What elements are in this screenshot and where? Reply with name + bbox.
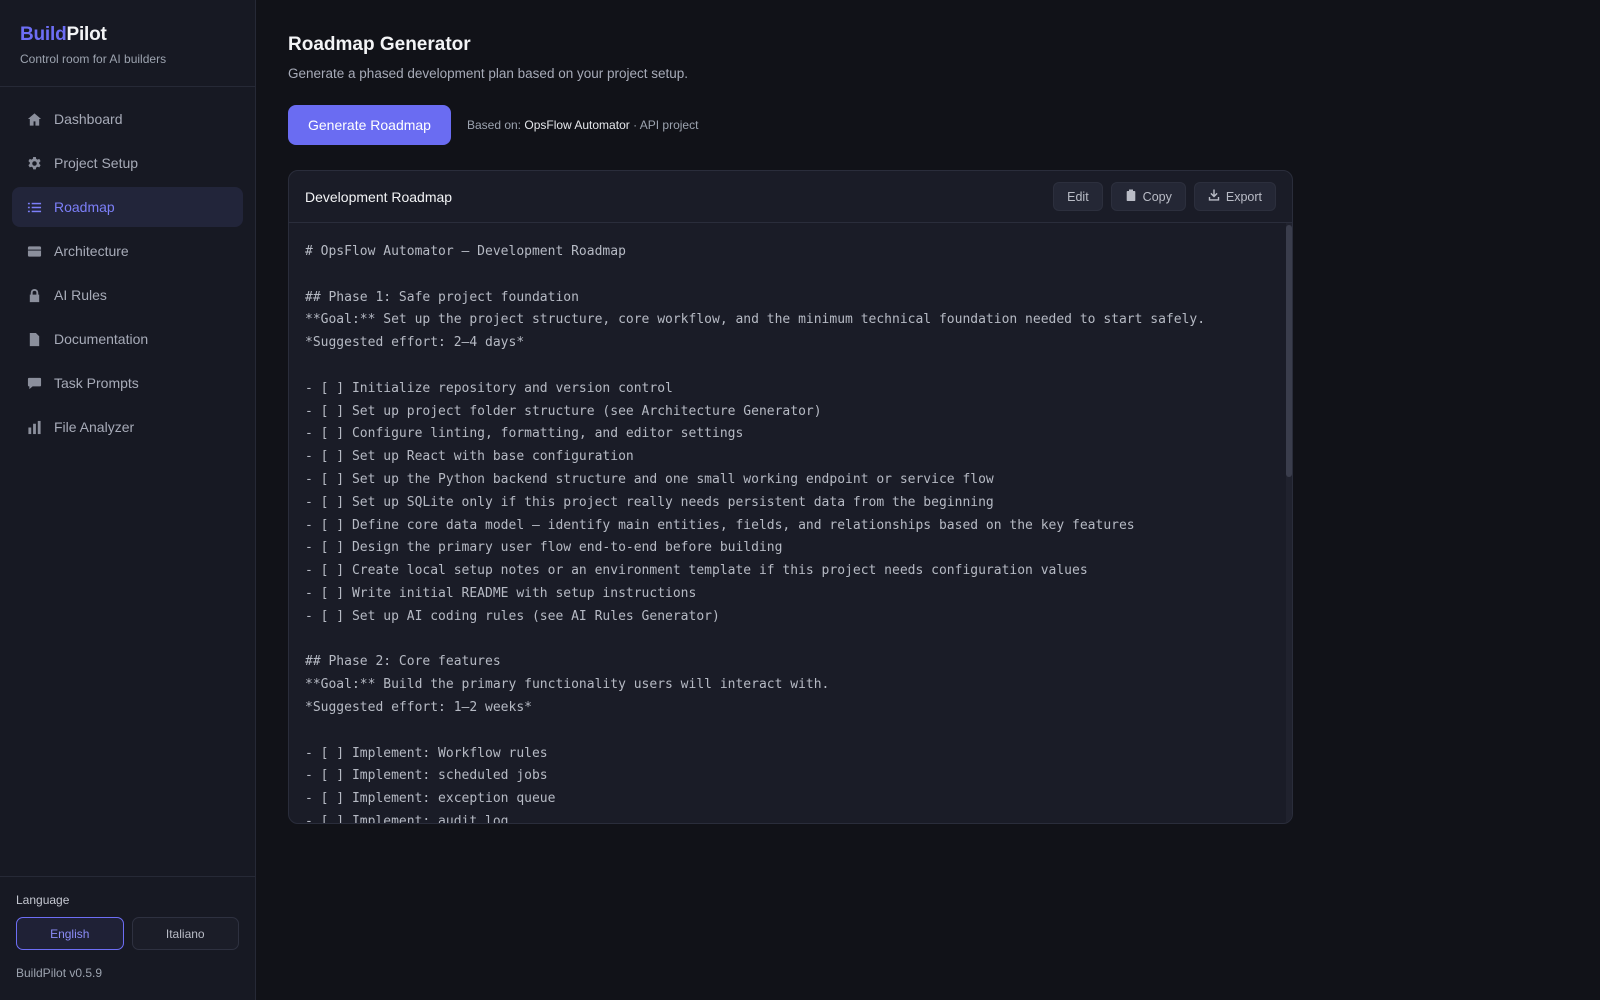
brand-name-part2: Pilot bbox=[66, 24, 107, 45]
language-italiano-button[interactable]: Italiano bbox=[131, 917, 239, 950]
roadmap-card-actions: Edit Copy Export bbox=[1053, 182, 1276, 211]
sidebar-item-architecture[interactable]: Architecture bbox=[12, 231, 243, 271]
layers-icon bbox=[26, 243, 42, 259]
based-on-prefix: Based on: bbox=[466, 118, 522, 132]
sidebar-item-file-analyzer[interactable]: File Analyzer bbox=[12, 407, 243, 447]
page-subtitle: Generate a phased development plan based… bbox=[288, 66, 689, 81]
main-content: Roadmap Generator Generate a phased deve… bbox=[256, 0, 1600, 1000]
language-switcher: English Italiano bbox=[16, 917, 239, 950]
sidebar-item-label: Roadmap bbox=[54, 199, 115, 215]
edit-button-label: Edit bbox=[1067, 189, 1089, 204]
download-icon bbox=[1208, 189, 1220, 204]
brand-name-part1: Build bbox=[20, 24, 67, 45]
gear-icon bbox=[26, 155, 42, 171]
sidebar-item-ai-rules[interactable]: AI Rules bbox=[12, 275, 243, 315]
roadmap-card-header: Development Roadmap Edit Copy Export bbox=[289, 171, 1292, 223]
list-icon bbox=[26, 199, 42, 215]
app-shell: BuildPilot Control room for AI builders … bbox=[0, 0, 1600, 1000]
language-label: Language bbox=[16, 893, 70, 907]
sidebar-item-task-prompts[interactable]: Task Prompts bbox=[12, 363, 243, 403]
edit-button[interactable]: Edit bbox=[1053, 182, 1103, 211]
roadmap-editor[interactable]: # OpsFlow Automator — Development Roadma… bbox=[289, 223, 1292, 823]
language-english-button[interactable]: English bbox=[16, 917, 124, 950]
sidebar-item-label: AI Rules bbox=[54, 287, 107, 303]
based-on-info: Based on: OpsFlow Automator · API projec… bbox=[467, 118, 698, 132]
brand-block: BuildPilot Control room for AI builders bbox=[0, 0, 255, 87]
sidebar-item-dashboard[interactable]: Dashboard bbox=[12, 99, 243, 139]
export-button-label: Export bbox=[1225, 189, 1262, 204]
sidebar: BuildPilot Control room for AI builders … bbox=[0, 0, 256, 1000]
clipboard-icon bbox=[1125, 189, 1137, 204]
editor-scrollbar-thumb[interactable] bbox=[1286, 225, 1292, 477]
sidebar-item-label: File Analyzer bbox=[54, 419, 135, 435]
sidebar-item-documentation[interactable]: Documentation bbox=[12, 319, 243, 359]
sidebar-item-label: Dashboard bbox=[54, 111, 123, 127]
home-icon bbox=[26, 111, 42, 127]
lock-icon bbox=[26, 287, 42, 303]
chat-bubble-icon bbox=[26, 375, 42, 391]
project-name: OpsFlow Automator bbox=[524, 118, 630, 132]
sidebar-item-roadmap[interactable]: Roadmap bbox=[12, 187, 243, 227]
sidebar-item-project-setup[interactable]: Project Setup bbox=[12, 143, 243, 183]
sidebar-item-label: Project Setup bbox=[54, 155, 139, 171]
bar-chart-icon bbox=[26, 419, 42, 435]
export-button[interactable]: Export bbox=[1193, 182, 1276, 211]
generate-roadmap-button[interactable]: Generate Roadmap bbox=[288, 105, 451, 145]
editor-scrollbar-track[interactable] bbox=[1286, 223, 1292, 823]
brand-tagline: Control room for AI builders bbox=[20, 52, 167, 66]
copy-button[interactable]: Copy bbox=[1110, 182, 1186, 211]
copy-button-label: Copy bbox=[1142, 189, 1172, 204]
roadmap-card: Development Roadmap Edit Copy Export # O… bbox=[288, 170, 1293, 824]
brand-logo[interactable]: BuildPilot bbox=[20, 24, 235, 46]
sidebar-item-label: Task Prompts bbox=[54, 375, 139, 391]
roadmap-content: # OpsFlow Automator — Development Roadma… bbox=[305, 244, 1206, 823]
document-icon bbox=[26, 331, 42, 347]
page-title: Roadmap Generator bbox=[288, 34, 471, 55]
project-type: · API project bbox=[633, 118, 699, 132]
sidebar-footer: Language English Italiano BuildPilot v0.… bbox=[0, 876, 255, 1000]
sidebar-nav: Dashboard Project Setup Roadmap Architec… bbox=[0, 87, 255, 876]
sidebar-item-label: Documentation bbox=[54, 331, 149, 347]
app-version: BuildPilot v0.5.9 bbox=[16, 966, 103, 980]
roadmap-card-title: Development Roadmap bbox=[305, 188, 453, 205]
sidebar-item-label: Architecture bbox=[54, 243, 129, 259]
action-row: Generate Roadmap Based on: OpsFlow Autom… bbox=[288, 105, 1568, 145]
